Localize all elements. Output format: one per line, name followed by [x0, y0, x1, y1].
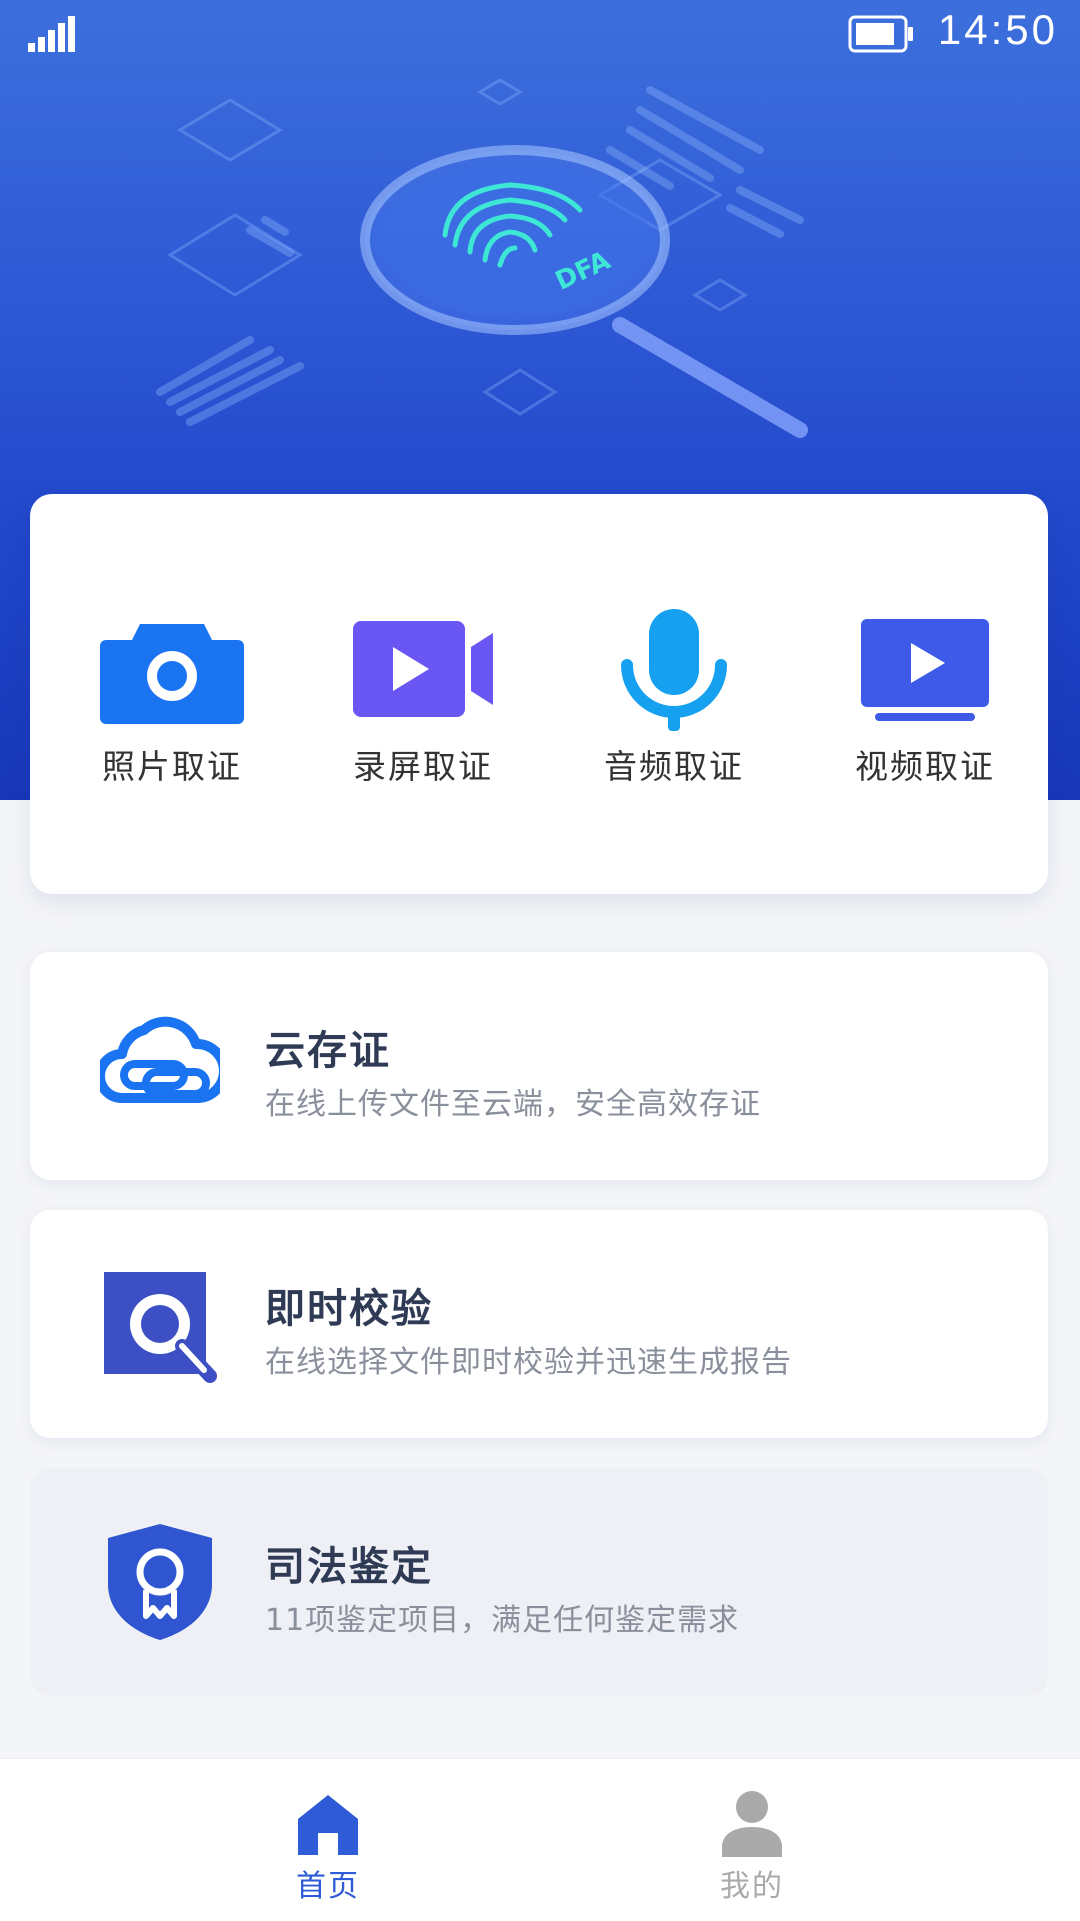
quick-actions-card: 照片取证 录屏取证 音频取证 视频取证 — [30, 494, 1048, 894]
tab-label: 我的 — [720, 1869, 784, 1904]
feature-title: 云存证 — [265, 1028, 391, 1074]
feature-title: 司法鉴定 — [265, 1544, 433, 1590]
instant-verify-card[interactable]: 即时校验 在线选择文件即时校验并迅速生成报告 — [30, 1210, 1048, 1438]
bottom-tab-bar: 首页 我的 — [0, 1758, 1080, 1921]
search-check-icon — [104, 1272, 217, 1383]
audio-evidence-button[interactable]: 音频取证 — [574, 604, 774, 788]
quick-action-label: 录屏取证 — [353, 747, 493, 786]
cloud-evidence-card[interactable]: 云存证 在线上传文件至云端，安全高效存证 — [30, 952, 1048, 1180]
shield-badge-icon — [108, 1524, 212, 1640]
user-icon — [722, 1791, 782, 1857]
cloud-icon — [100, 1016, 220, 1103]
photo-evidence-button[interactable]: 照片取证 — [72, 604, 272, 788]
quick-action-label: 音频取证 — [604, 747, 744, 786]
feature-description: 11项鉴定项目，满足任何鉴定需求 — [265, 1603, 740, 1638]
tab-home[interactable]: 首页 — [258, 1781, 398, 1905]
video-evidence-button[interactable]: 视频取证 — [825, 604, 1025, 788]
tab-profile[interactable]: 我的 — [682, 1781, 822, 1905]
microphone-icon — [621, 609, 727, 731]
feature-description: 在线上传文件至云端，安全高效存证 — [265, 1087, 761, 1122]
video-icon — [861, 619, 989, 721]
battery-icon — [848, 15, 913, 53]
status-time: 14:50 — [937, 6, 1058, 53]
screen-record-evidence-button[interactable]: 录屏取证 — [323, 604, 523, 788]
camera-icon — [100, 624, 244, 724]
feature-description: 在线选择文件即时校验并迅速生成报告 — [265, 1345, 792, 1380]
judicial-appraisal-card[interactable]: 司法鉴定 11项鉴定项目，满足任何鉴定需求 — [30, 1468, 1048, 1696]
screen-record-icon — [353, 621, 493, 717]
tab-label: 首页 — [296, 1869, 360, 1904]
feature-title: 即时校验 — [265, 1286, 433, 1332]
signal-icon — [28, 16, 75, 52]
home-icon — [298, 1795, 358, 1855]
quick-action-label: 视频取证 — [855, 747, 995, 786]
quick-action-label: 照片取证 — [102, 747, 242, 786]
fingerprint-magnifier-illustration: DFA — [156, 78, 808, 438]
